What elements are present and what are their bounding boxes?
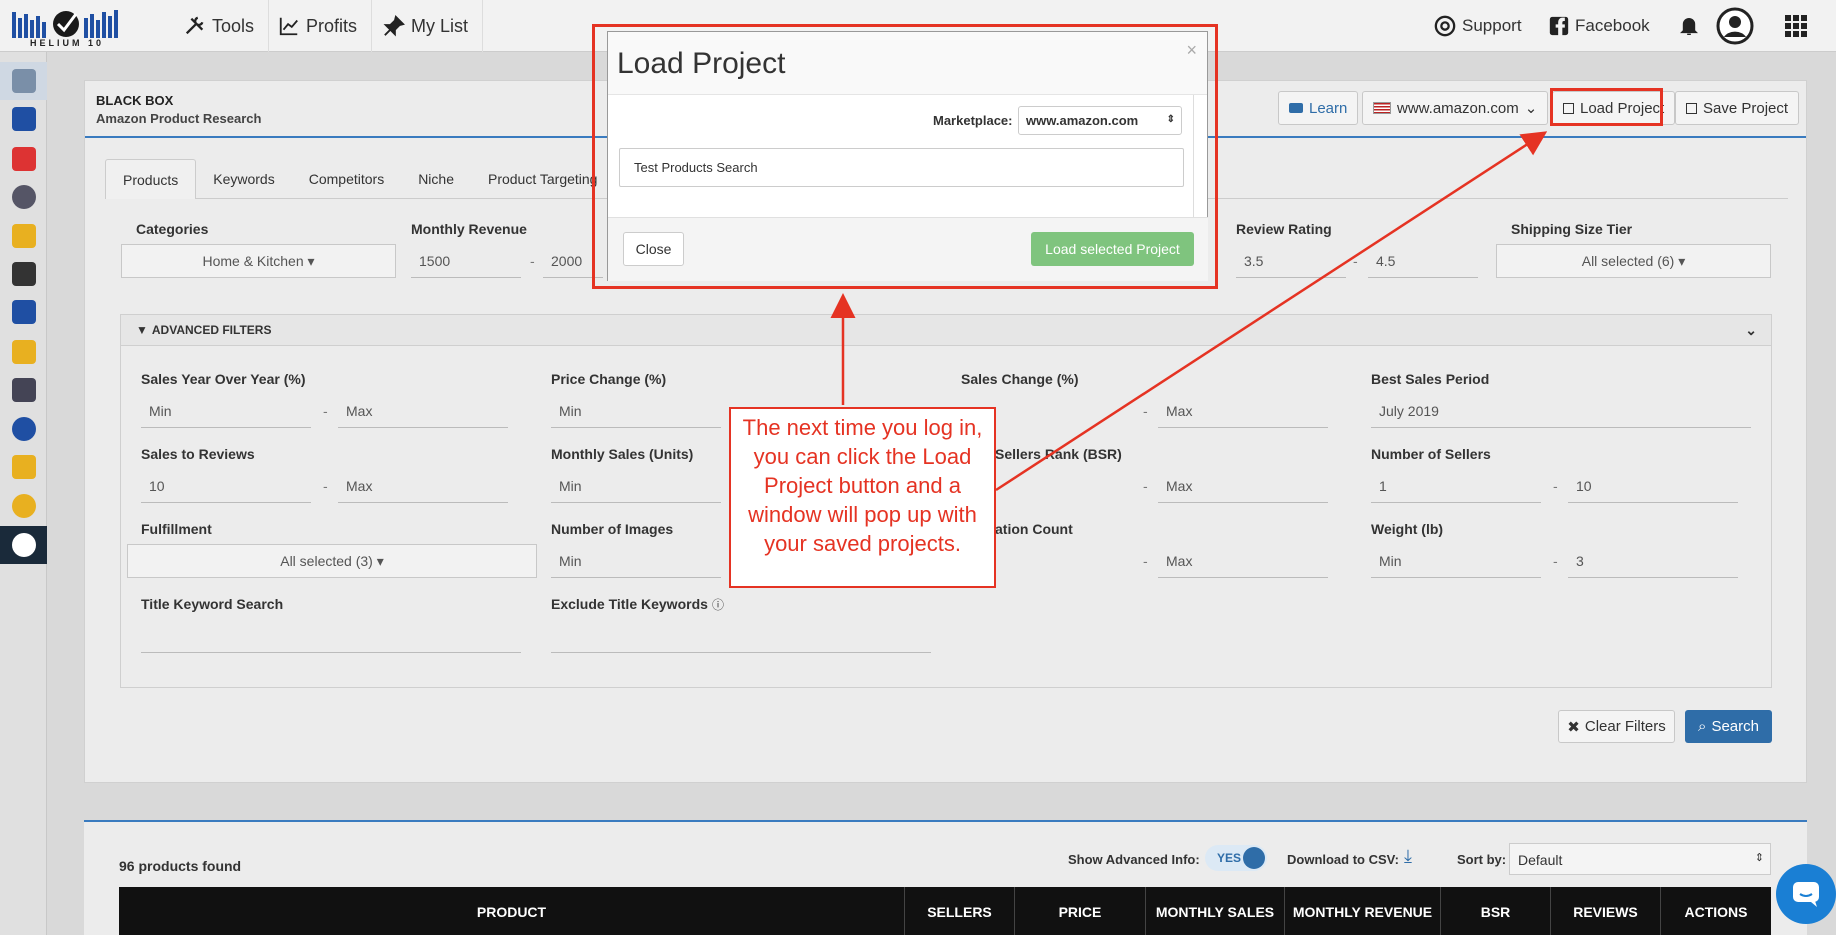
chat-button[interactable]	[1776, 864, 1836, 924]
annotation-callout: The next time you log in, you can click …	[729, 407, 996, 588]
chat-icon	[1793, 882, 1819, 907]
arrow-to-load-button	[995, 131, 1548, 492]
